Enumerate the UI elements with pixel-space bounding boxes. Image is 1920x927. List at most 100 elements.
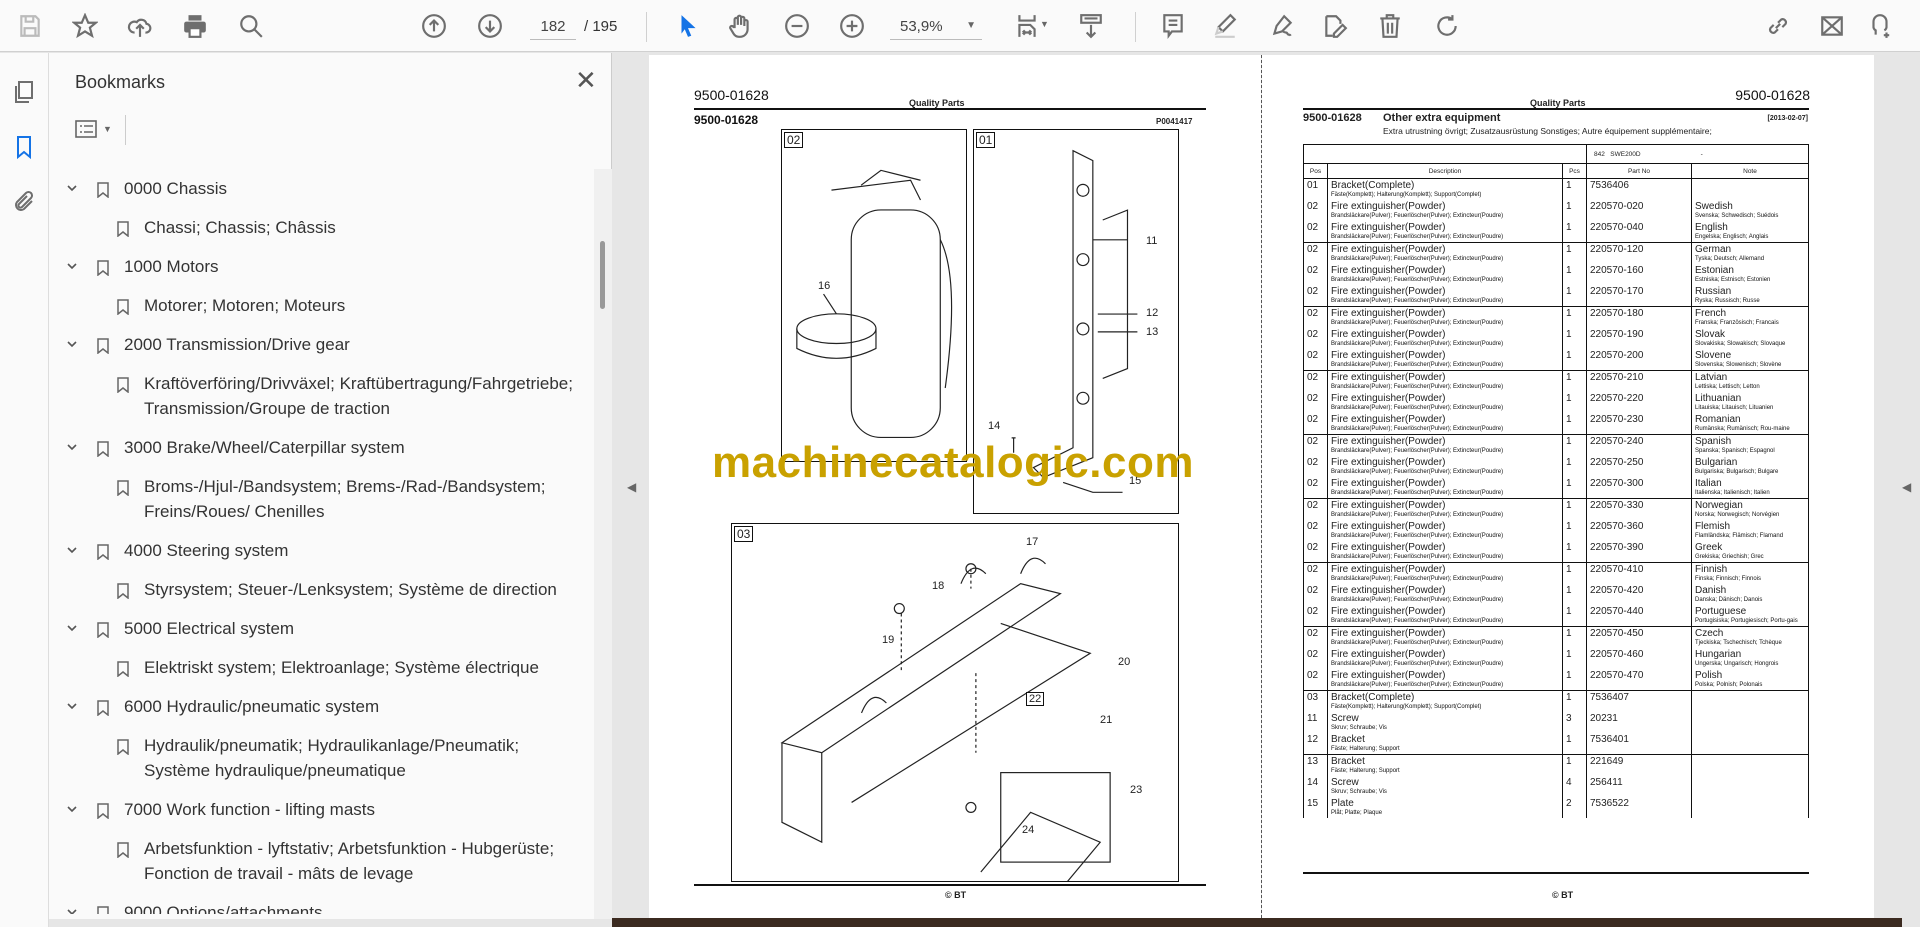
cell-note: Estonian Estniska; Estnisch; Estonien: [1691, 264, 1809, 285]
bookmark-options-button[interactable]: ▼: [75, 119, 112, 139]
bookmark-item[interactable]: 2000 Transmission/Drive gear: [49, 325, 594, 364]
expand-right-panel-icon[interactable]: ◀: [1902, 480, 1911, 494]
description-translations: Brandsläckare(Pulver); Feuerlöscher(Pulv…: [1331, 512, 1504, 518]
description: Bracket: [1331, 756, 1365, 767]
zoom-in-icon[interactable]: [836, 10, 868, 42]
chevron-down-icon[interactable]: [67, 701, 77, 711]
model-cell: 842 SWE200D -: [1586, 144, 1809, 164]
page-thumbnails-icon[interactable]: [12, 80, 38, 106]
description-translations: Brandsläckare(Pulver); Feuerlöscher(Pulv…: [1331, 426, 1504, 432]
table-row: 03 Bracket(Complete) Fäste(Komplett); Halt…: [1303, 690, 1809, 712]
bookmark-item[interactable]: 3000 Brake/Wheel/Caterpillar system: [49, 428, 594, 467]
chevron-down-icon[interactable]: [67, 545, 77, 555]
cell-description: Fire extinguisher(Powder) Brandsläckare(P…: [1327, 221, 1563, 243]
bookmark-label: Elektriskt system; Elektroanlage; Systèm…: [144, 658, 539, 677]
print-icon[interactable]: [179, 10, 211, 42]
hand-tool-icon[interactable]: [724, 10, 756, 42]
cell-part-no: 220570-410: [1586, 562, 1692, 584]
cell-pos: 02: [1303, 669, 1328, 691]
bookmark-item[interactable]: 4000 Steering system: [49, 531, 594, 570]
table-row: 14 Screw Skruv; Schraube; Vis 4 256411: [1303, 776, 1809, 797]
chevron-down-icon[interactable]: [67, 261, 77, 271]
bookmark-item[interactable]: Elektriskt system; Elektroanlage; Systèm…: [49, 648, 594, 687]
cloud-upload-icon[interactable]: [124, 10, 156, 42]
cell-pcs: 1: [1562, 754, 1587, 776]
cell-description: Fire extinguisher(Powder) Brandsläckare(P…: [1327, 370, 1563, 392]
cell-part-no: 220570-180: [1586, 306, 1692, 328]
highlight-icon[interactable]: [1209, 10, 1241, 42]
cell-pcs: 2: [1562, 797, 1587, 818]
attachment-icon[interactable]: [12, 190, 38, 216]
bookmark-item[interactable]: Motorer; Motoren; Moteurs: [49, 286, 594, 325]
note-translations: Italienska; Italienisch; Italien: [1695, 490, 1770, 496]
sign-icon[interactable]: [1266, 10, 1298, 42]
bookmark-item[interactable]: Broms-/Hjul-/Bandsystem; Brems-/Rad-/Ban…: [49, 467, 594, 531]
description: Fire extinguisher(Powder): [1331, 414, 1446, 425]
search-icon[interactable]: [235, 10, 267, 42]
bookmark-item[interactable]: Arbetsfunktion - lyftstativ; Arbetsfunkt…: [49, 829, 594, 893]
page-number-input[interactable]: [530, 14, 576, 40]
bookmark-item[interactable]: Kraftöverföring/Drivväxel; Kraftübertrag…: [49, 364, 594, 428]
bookmark-item[interactable]: Styrsystem; Steuer-/Lenksystem; Système …: [49, 570, 594, 609]
bookmark-icon: [97, 260, 109, 276]
bookmark-item[interactable]: 5000 Electrical system: [49, 609, 594, 648]
bookmark-item[interactable]: 7000 Work function - lifting masts: [49, 790, 594, 829]
cell-pos: 02: [1303, 242, 1328, 264]
zoom-level-select[interactable]: 53,9% ▼: [890, 14, 982, 40]
select-cursor-icon[interactable]: [672, 10, 704, 42]
scrollbar-thumb[interactable]: [600, 241, 605, 309]
previous-page-icon[interactable]: [418, 10, 450, 42]
bookmark-label: Hydraulik/pneumatik; Hydraulikanlage/Pne…: [144, 736, 520, 780]
bookmark-tree: 0000 Chassis Chassi; Chassis; Châssis 1000…: [49, 169, 594, 914]
cell-description: Screw Skruv; Schraube; Vis: [1327, 776, 1563, 797]
bookmark-label: 9000 Options/attachments: [124, 903, 323, 914]
collapse-left-panel-icon[interactable]: ◀: [627, 480, 636, 494]
chevron-down-icon[interactable]: [67, 907, 77, 914]
add-user-icon[interactable]: [1864, 10, 1896, 42]
edit-pdf-icon[interactable]: [1319, 10, 1351, 42]
chevron-down-icon[interactable]: [67, 183, 77, 193]
cell-note: Greek Grekiska; Griechish; Grec: [1691, 541, 1809, 563]
cell-part-no: 221649: [1586, 754, 1692, 776]
trash-icon[interactable]: [1374, 10, 1406, 42]
description: Bracket: [1331, 734, 1365, 745]
comment-icon[interactable]: [1157, 10, 1189, 42]
share-link-icon[interactable]: [1762, 10, 1794, 42]
chevron-down-icon[interactable]: [67, 804, 77, 814]
scrollbar[interactable]: [594, 169, 612, 919]
save-icon[interactable]: [14, 10, 46, 42]
parts-table: 842 SWE200D - Pos Description Pcs Part No…: [1303, 144, 1809, 818]
bookmark-item[interactable]: 1000 Motors: [49, 247, 594, 286]
bookmark-icon[interactable]: [12, 135, 38, 161]
chevron-down-icon[interactable]: [67, 339, 77, 349]
table-row: 13 Bracket Fäste; Halterung; Support 1 22164…: [1303, 754, 1809, 776]
fit-page-icon[interactable]: [1011, 10, 1043, 42]
bookmark-item[interactable]: 6000 Hydraulic/pneumatic system: [49, 687, 594, 726]
cell-pcs: 4: [1562, 776, 1587, 797]
next-page-icon[interactable]: [474, 10, 506, 42]
bookmark-item[interactable]: Hydraulik/pneumatik; Hydraulikanlage/Pne…: [49, 726, 594, 790]
watermark: machinecatalogic.com: [712, 438, 1194, 487]
description-translations: Brandsläckare(Pulver); Feuerlöscher(Pulv…: [1331, 405, 1504, 411]
description: Bracket(Complete): [1331, 180, 1415, 191]
fit-dropdown-icon[interactable]: ▼: [1040, 19, 1049, 29]
rotate-icon[interactable]: [1431, 10, 1463, 42]
scroll-mode-icon[interactable]: [1075, 10, 1107, 42]
cell-description: Fire extinguisher(Powder) Brandsläckare(P…: [1327, 456, 1563, 477]
cell-pos: 02: [1303, 562, 1328, 584]
chevron-down-icon: ▼: [966, 20, 976, 31]
cell-description: Fire extinguisher(Powder) Brandsläckare(P…: [1327, 498, 1563, 520]
email-icon[interactable]: [1816, 10, 1848, 42]
chevron-down-icon[interactable]: [67, 442, 77, 452]
close-icon[interactable]: ✕: [575, 67, 597, 93]
zoom-out-icon[interactable]: [781, 10, 813, 42]
note-translations: Tyska; Deutsch; Allemand: [1695, 256, 1765, 262]
bookmark-item[interactable]: 0000 Chassis: [49, 169, 594, 208]
bookmark-item[interactable]: 9000 Options/attachments: [49, 893, 594, 914]
cell-description: Fire extinguisher(Powder) Brandsläckare(P…: [1327, 562, 1563, 584]
chevron-down-icon[interactable]: [67, 623, 77, 633]
cell-note: Lithuanian Litauiska; Litauisch; Lituanie…: [1691, 392, 1809, 413]
bookmark-item[interactable]: Chassi; Chassis; Châssis: [49, 208, 594, 247]
star-icon[interactable]: [69, 10, 101, 42]
cell-description: Screw Skruv; Schraube; Vis: [1327, 712, 1563, 733]
